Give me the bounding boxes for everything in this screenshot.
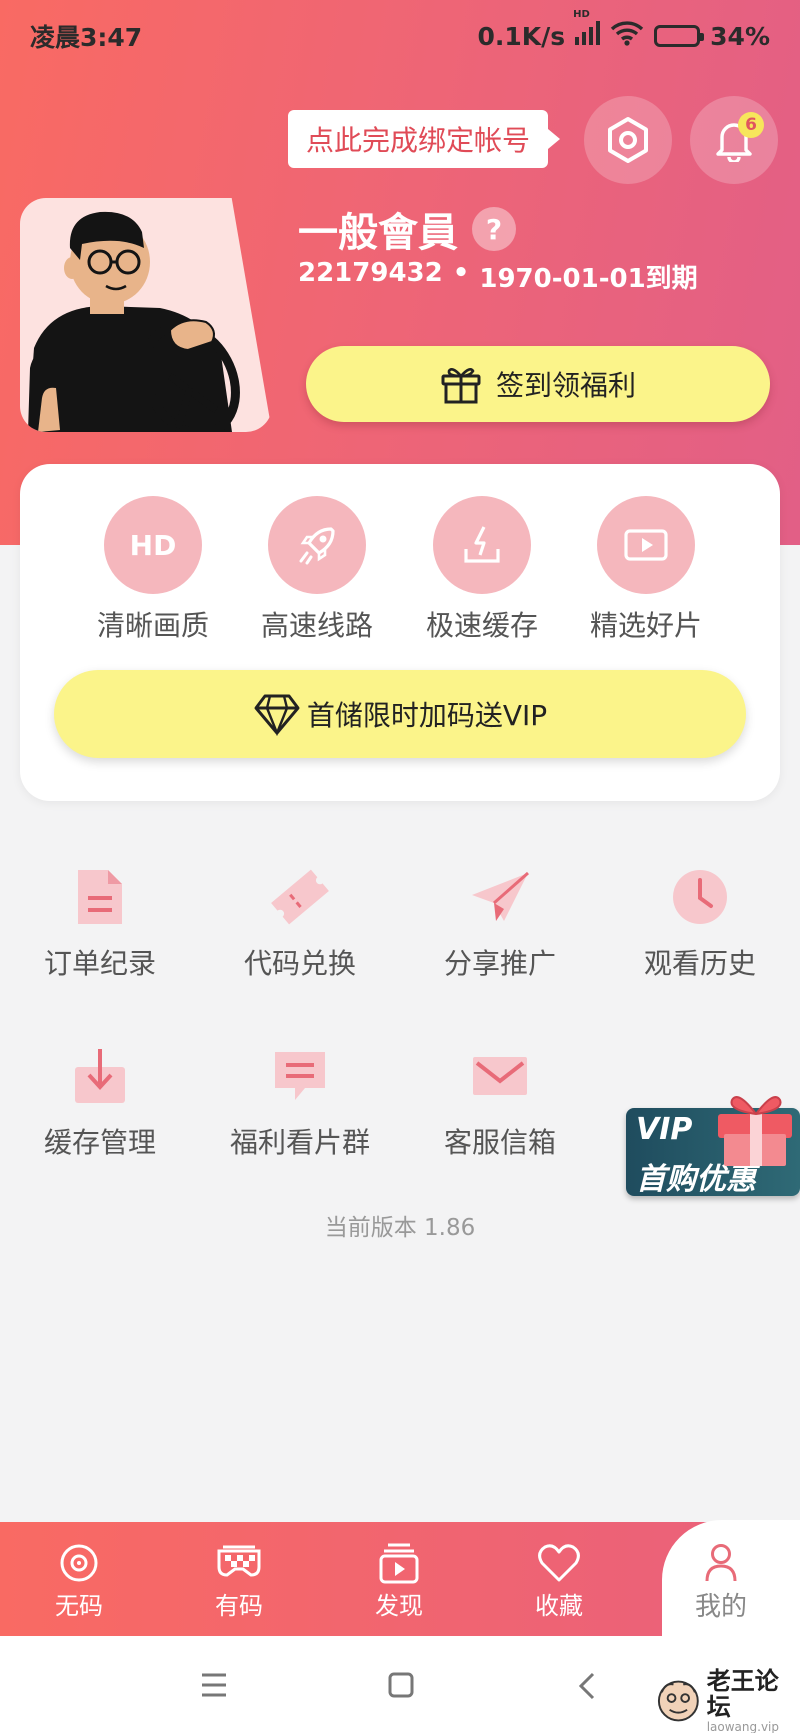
battery-icon bbox=[654, 25, 705, 47]
old-man-face-icon bbox=[657, 1680, 699, 1722]
membership-expiry: 1970-01-01到期 bbox=[479, 264, 698, 294]
driver-avatar-illustration bbox=[28, 211, 240, 432]
feature-label: 清晰画质 bbox=[96, 609, 209, 642]
nav-label: 收藏 bbox=[535, 1592, 583, 1620]
feature-label: 精选好片 bbox=[589, 609, 702, 642]
nav-favorites[interactable]: 收藏 bbox=[499, 1540, 619, 1621]
ticket-icon bbox=[267, 864, 333, 930]
promo-line1: VIP bbox=[636, 1112, 693, 1147]
nav-discover[interactable]: 发现 bbox=[339, 1540, 459, 1621]
document-icon bbox=[67, 864, 133, 930]
network-speed: 0.1K/s bbox=[477, 21, 566, 51]
menu-cache-management[interactable]: 缓存管理 bbox=[0, 1043, 200, 1161]
menu-label: 订单纪录 bbox=[43, 947, 156, 980]
checkin-button[interactable]: 签到领福利 bbox=[306, 346, 770, 422]
member-level-text: 一般會員 bbox=[298, 210, 458, 256]
menu-share-promote[interactable]: 分享推广 bbox=[400, 864, 600, 982]
status-bar: 凌晨3:47 0.1K/s HD 34% bbox=[0, 0, 800, 72]
diamond-icon bbox=[254, 694, 300, 736]
vip-button-label: 首储限时加码送VIP bbox=[306, 699, 548, 732]
nav-mine[interactable]: 我的 bbox=[658, 1540, 784, 1623]
hd-icon: HD bbox=[104, 496, 202, 594]
menu-watch-history[interactable]: 观看历史 bbox=[600, 864, 800, 982]
feature-fast-line[interactable]: 高速线路 bbox=[237, 496, 397, 644]
nav-censored[interactable]: 有码 bbox=[179, 1540, 299, 1621]
feature-card: HD 清晰画质 高速线路 极速缓存 精选好片 首储限时加码送VIP bbox=[20, 464, 780, 801]
nav-uncensored[interactable]: 无码 bbox=[19, 1540, 139, 1621]
feature-hd[interactable]: HD 清晰画质 bbox=[73, 496, 233, 644]
download-tray-icon bbox=[433, 496, 531, 594]
menu-label: 缓存管理 bbox=[43, 1126, 156, 1159]
play-screen-icon bbox=[597, 496, 695, 594]
notification-badge: 6 bbox=[738, 112, 764, 138]
settings-button[interactable] bbox=[584, 96, 672, 184]
feature-label: 极速缓存 bbox=[425, 609, 538, 642]
home-square-icon[interactable] bbox=[388, 1672, 414, 1702]
watermark-sub: laowang.vip bbox=[706, 1720, 779, 1733]
feature-selected-films[interactable]: 精选好片 bbox=[566, 496, 726, 644]
menu-label: 观看历史 bbox=[643, 947, 756, 980]
mosaic-mask-icon bbox=[179, 1540, 299, 1586]
battery-percent: 34% bbox=[710, 21, 770, 51]
menu-code-redeem[interactable]: 代码兑换 bbox=[200, 864, 400, 982]
status-time: 凌晨3:47 bbox=[30, 23, 143, 52]
heart-icon bbox=[499, 1540, 619, 1586]
user-id: 22179432 bbox=[298, 258, 443, 288]
clock-icon bbox=[667, 864, 733, 930]
menu-welfare-group[interactable]: 福利看片群 bbox=[200, 1043, 400, 1161]
nav-label: 发现 bbox=[375, 1592, 423, 1620]
vip-first-purchase-promo[interactable]: VIP 首购优惠 bbox=[626, 1096, 800, 1198]
checkin-label: 签到领福利 bbox=[495, 369, 636, 402]
download-icon bbox=[67, 1043, 133, 1109]
bind-account-prompt[interactable]: 点此完成绑定帐号 bbox=[288, 110, 561, 168]
member-info: 22179432 • 1970-01-01到期 bbox=[298, 258, 698, 295]
avatar[interactable] bbox=[20, 198, 272, 432]
chat-icon bbox=[267, 1043, 333, 1109]
menu-label: 福利看片群 bbox=[229, 1126, 370, 1159]
disc-icon bbox=[19, 1540, 139, 1586]
paper-plane-icon bbox=[467, 864, 533, 930]
feature-label: 高速线路 bbox=[260, 609, 373, 642]
notifications-button[interactable]: 6 bbox=[690, 96, 778, 184]
info-separator: • bbox=[452, 258, 470, 288]
rocket-icon bbox=[268, 496, 366, 594]
forum-watermark: 老王论坛 laowang.vip bbox=[656, 1668, 800, 1733]
video-stack-icon bbox=[339, 1540, 459, 1586]
help-icon[interactable]: ? bbox=[472, 207, 516, 251]
gift-box-icon bbox=[718, 1096, 792, 1166]
signal-icon: HD bbox=[573, 9, 601, 51]
settings-hexagon-icon bbox=[608, 117, 648, 163]
menu-label: 分享推广 bbox=[443, 947, 556, 980]
feature-fast-cache[interactable]: 极速缓存 bbox=[402, 496, 562, 644]
mail-icon bbox=[467, 1043, 533, 1109]
first-deposit-vip-button[interactable]: 首储限时加码送VIP bbox=[54, 670, 746, 758]
menu-service-mailbox[interactable]: 客服信箱 bbox=[400, 1043, 600, 1161]
nav-label: 有码 bbox=[215, 1592, 263, 1620]
member-level: 一般會員 ? bbox=[298, 200, 516, 258]
watermark-title: 老王论坛 bbox=[706, 1667, 779, 1721]
menu-label: 代码兑换 bbox=[243, 947, 356, 980]
wifi-icon bbox=[610, 20, 644, 52]
gift-icon bbox=[441, 368, 481, 404]
nav-label: 无码 bbox=[55, 1592, 103, 1620]
menu-order-records[interactable]: 订单纪录 bbox=[0, 864, 200, 982]
nav-label: 我的 bbox=[694, 1592, 747, 1622]
app-version: 当前版本 1.86 bbox=[324, 1215, 476, 1241]
person-icon bbox=[658, 1540, 784, 1586]
bind-account-label: 点此完成绑定帐号 bbox=[306, 124, 531, 157]
menu-lines-icon[interactable] bbox=[200, 1672, 228, 1702]
back-chevron-icon[interactable] bbox=[578, 1672, 596, 1704]
menu-label: 客服信箱 bbox=[443, 1126, 556, 1159]
